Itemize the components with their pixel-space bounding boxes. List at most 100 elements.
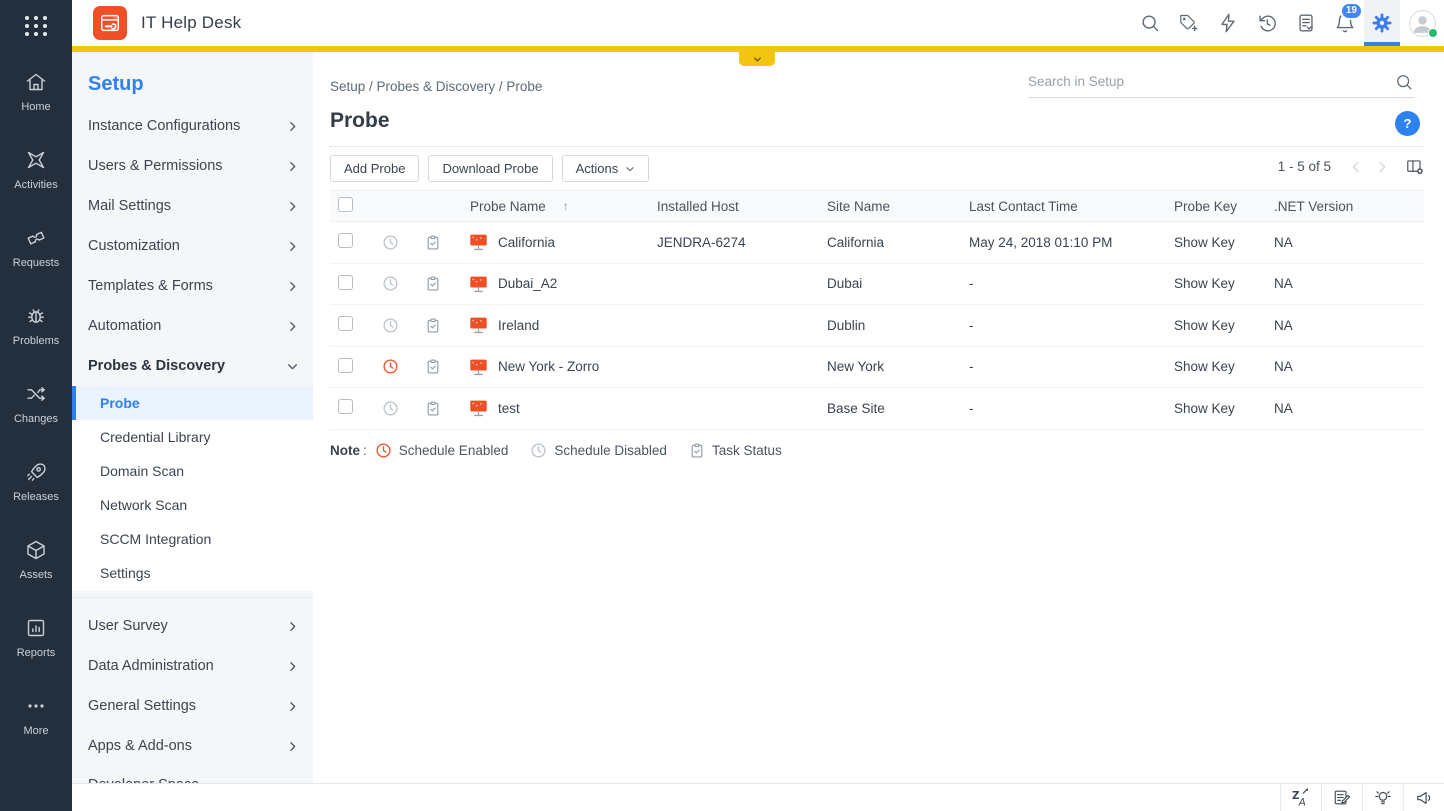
chevron-right-icon [290,281,296,291]
actions-dropdown[interactable]: Actions [561,155,650,182]
quick-actions-icon[interactable] [1208,0,1247,46]
ideas-bulb-icon[interactable] [1362,784,1403,811]
sidebar-subitem-probe[interactable]: Probe [72,386,313,420]
sidebar-item-cutoff[interactable]: Developer Space [72,776,313,783]
probe-name[interactable]: California [498,235,555,250]
rail-item-changes[interactable]: Changes [0,364,72,442]
last-contact-time: May 24, 2018 01:10 PM [969,234,1113,250]
feedback-icon[interactable] [1321,784,1362,811]
approvals-icon[interactable] [1286,0,1325,46]
probe-name[interactable]: New York - Zorro [498,359,599,374]
task-status-icon[interactable] [410,317,455,334]
column-settings-icon[interactable] [1405,157,1424,176]
task-status-icon[interactable] [410,234,455,251]
caret-down-icon [626,166,634,171]
rail-item-releases[interactable]: Releases [0,442,72,520]
sort-ascending-icon[interactable]: ↑ [563,199,569,213]
sidebar-subitem-settings[interactable]: Settings [72,556,313,590]
chevron-right-icon [290,701,296,711]
announcement-expand-tab[interactable] [739,52,775,66]
column-last-contact-time[interactable]: Last Contact Time [969,199,1174,214]
task-status-icon[interactable] [410,275,455,292]
app-switcher-icon[interactable] [0,0,72,52]
translate-icon[interactable]: Z A [1280,784,1321,811]
sidebar-item-data-administration[interactable]: Data Administration [72,646,313,686]
chevron-down-icon [288,363,297,369]
sidebar-subitem-credential-library[interactable]: Credential Library [72,420,313,454]
sidebar-item-general-settings[interactable]: General Settings [72,686,313,726]
add-probe-button[interactable]: Add Probe [330,155,420,182]
schedule-icon [370,317,410,334]
task-status-icon[interactable] [410,400,455,417]
global-search-icon[interactable] [1130,0,1169,46]
chevron-right-icon [290,161,296,171]
row-checkbox[interactable] [338,233,353,249]
shuffle-icon [27,386,45,401]
user-avatar[interactable] [1400,0,1444,46]
probe-name[interactable]: Dubai_A2 [498,276,557,291]
row-checkbox[interactable] [338,399,353,415]
sidebar-divider [72,597,313,598]
show-key-link[interactable]: Show Key [1174,318,1274,333]
sidebar-item-customization[interactable]: Customization [72,226,313,266]
net-version: NA [1274,400,1293,416]
announcements-megaphone-icon[interactable] [1403,784,1444,811]
column-site-name[interactable]: Site Name [827,199,969,214]
last-contact-time: - [969,400,974,416]
column-net-version[interactable]: .NET Version [1274,199,1424,214]
rail-item-more[interactable]: More [0,676,72,754]
sidebar-item-mail-settings[interactable]: Mail Settings [72,186,313,226]
sidebar-subitem-domain-scan[interactable]: Domain Scan [72,454,313,488]
online-status-dot [1428,28,1438,38]
search-input[interactable] [1028,74,1394,89]
row-checkbox[interactable] [338,316,353,332]
rail-item-problems[interactable]: Problems [0,286,72,364]
sidebar-item-user-survey[interactable]: User Survey [72,606,313,646]
notifications-bell-icon[interactable]: 19 [1325,0,1364,46]
probe-name[interactable]: test [498,401,520,416]
more-dots-icon [28,703,44,708]
show-key-link[interactable]: Show Key [1174,235,1274,250]
rail-item-reports[interactable]: Reports [0,598,72,676]
search-icon[interactable] [1394,72,1414,92]
show-key-link[interactable]: Show Key [1174,276,1274,291]
show-key-link[interactable]: Show Key [1174,401,1274,416]
probe-name[interactable]: Ireland [498,318,539,333]
ticket-icon [27,231,45,245]
sidebar-item-templates-forms[interactable]: Templates & Forms [72,266,313,306]
column-probe-name[interactable]: Probe Name [470,199,546,214]
add-tag-icon[interactable] [1169,0,1208,46]
sidebar-subitem-network-scan[interactable]: Network Scan [72,488,313,522]
column-probe-key[interactable]: Probe Key [1174,199,1274,214]
setup-search [1028,66,1414,98]
row-checkbox[interactable] [338,274,353,290]
setup-gear-icon[interactable] [1364,0,1400,46]
help-button[interactable]: ? [1395,111,1420,136]
rail-item-activities[interactable]: Activities [0,130,72,208]
site-name: New York [827,359,885,375]
select-all-checkbox[interactable] [338,197,353,212]
installed-host: JENDRA-6274 [657,234,746,250]
sidebar-item-apps-addons[interactable]: Apps & Add-ons [72,726,313,766]
history-icon[interactable] [1247,0,1286,46]
task-status-icon[interactable] [410,358,455,375]
download-probe-button[interactable]: Download Probe [428,155,553,182]
sidebar-item-instance-configurations[interactable]: Instance Configurations [72,106,313,146]
schedule-icon [370,358,410,375]
sidebar-item-automation[interactable]: Automation [72,306,313,346]
previous-page-icon[interactable] [1343,158,1369,176]
rail-item-requests[interactable]: Requests [0,208,72,286]
row-checkbox[interactable] [338,357,353,373]
show-key-link[interactable]: Show Key [1174,359,1274,374]
next-page-icon[interactable] [1369,158,1395,176]
breadcrumb[interactable]: Setup / Probes & Discovery / Probe [330,79,542,94]
column-installed-host[interactable]: Installed Host [657,199,827,214]
sidebar-item-users-permissions[interactable]: Users & Permissions [72,146,313,186]
chevron-right-icon [290,741,296,751]
main-content: Setup / Probes & Discovery / Probe Probe… [313,52,1444,783]
sidebar-item-probes-discovery[interactable]: Probes & Discovery [72,346,313,386]
rail-item-assets[interactable]: Assets [0,520,72,598]
notification-badge: 19 [1339,2,1363,20]
sidebar-subitem-sccm-integration[interactable]: SCCM Integration [72,522,313,556]
rail-item-home[interactable]: Home [0,52,72,130]
